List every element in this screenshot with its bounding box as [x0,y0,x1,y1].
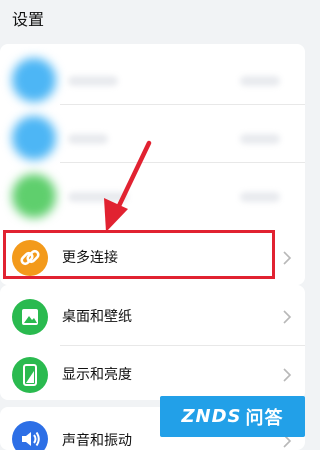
highlight-annotation-box [3,230,275,279]
settings-card-display: 桌面和壁纸 显示和亮度 [0,285,305,400]
blurred-label [68,134,108,144]
phone-brightness-icon [12,357,48,393]
page-title: 设置 [12,10,45,29]
blurred-value [240,76,280,86]
header-bar: 设置 [0,0,305,40]
divider [60,345,305,346]
picture-icon [12,299,48,335]
watermark-logo: ZNDS 问答 [160,396,305,437]
blurred-settings-row[interactable] [0,52,305,108]
blurred-label [68,192,128,202]
chevron-right-icon [283,251,292,265]
blurred-value [240,134,280,144]
blurred-settings-row[interactable] [0,110,305,166]
speaker-icon [12,421,48,450]
blurred-icon [12,58,56,102]
watermark-brand: ZNDS [181,406,242,427]
blurred-label [68,76,118,86]
menu-item-label: 显示和亮度 [62,367,132,383]
menu-item-label: 桌面和壁纸 [62,309,132,325]
divider [60,162,305,163]
chevron-right-icon [283,310,292,324]
watermark-suffix: 问答 [245,407,284,429]
menu-item-label: 声音和振动 [62,433,132,449]
menu-item-display-brightness[interactable]: 显示和亮度 [0,347,305,400]
blurred-value [240,192,280,202]
blurred-icon [12,116,56,160]
chevron-right-icon [283,368,292,382]
blurred-settings-row[interactable] [0,168,305,224]
menu-item-desktop-wallpaper[interactable]: 桌面和壁纸 [0,289,305,345]
divider [60,104,305,105]
blurred-icon [12,174,56,218]
